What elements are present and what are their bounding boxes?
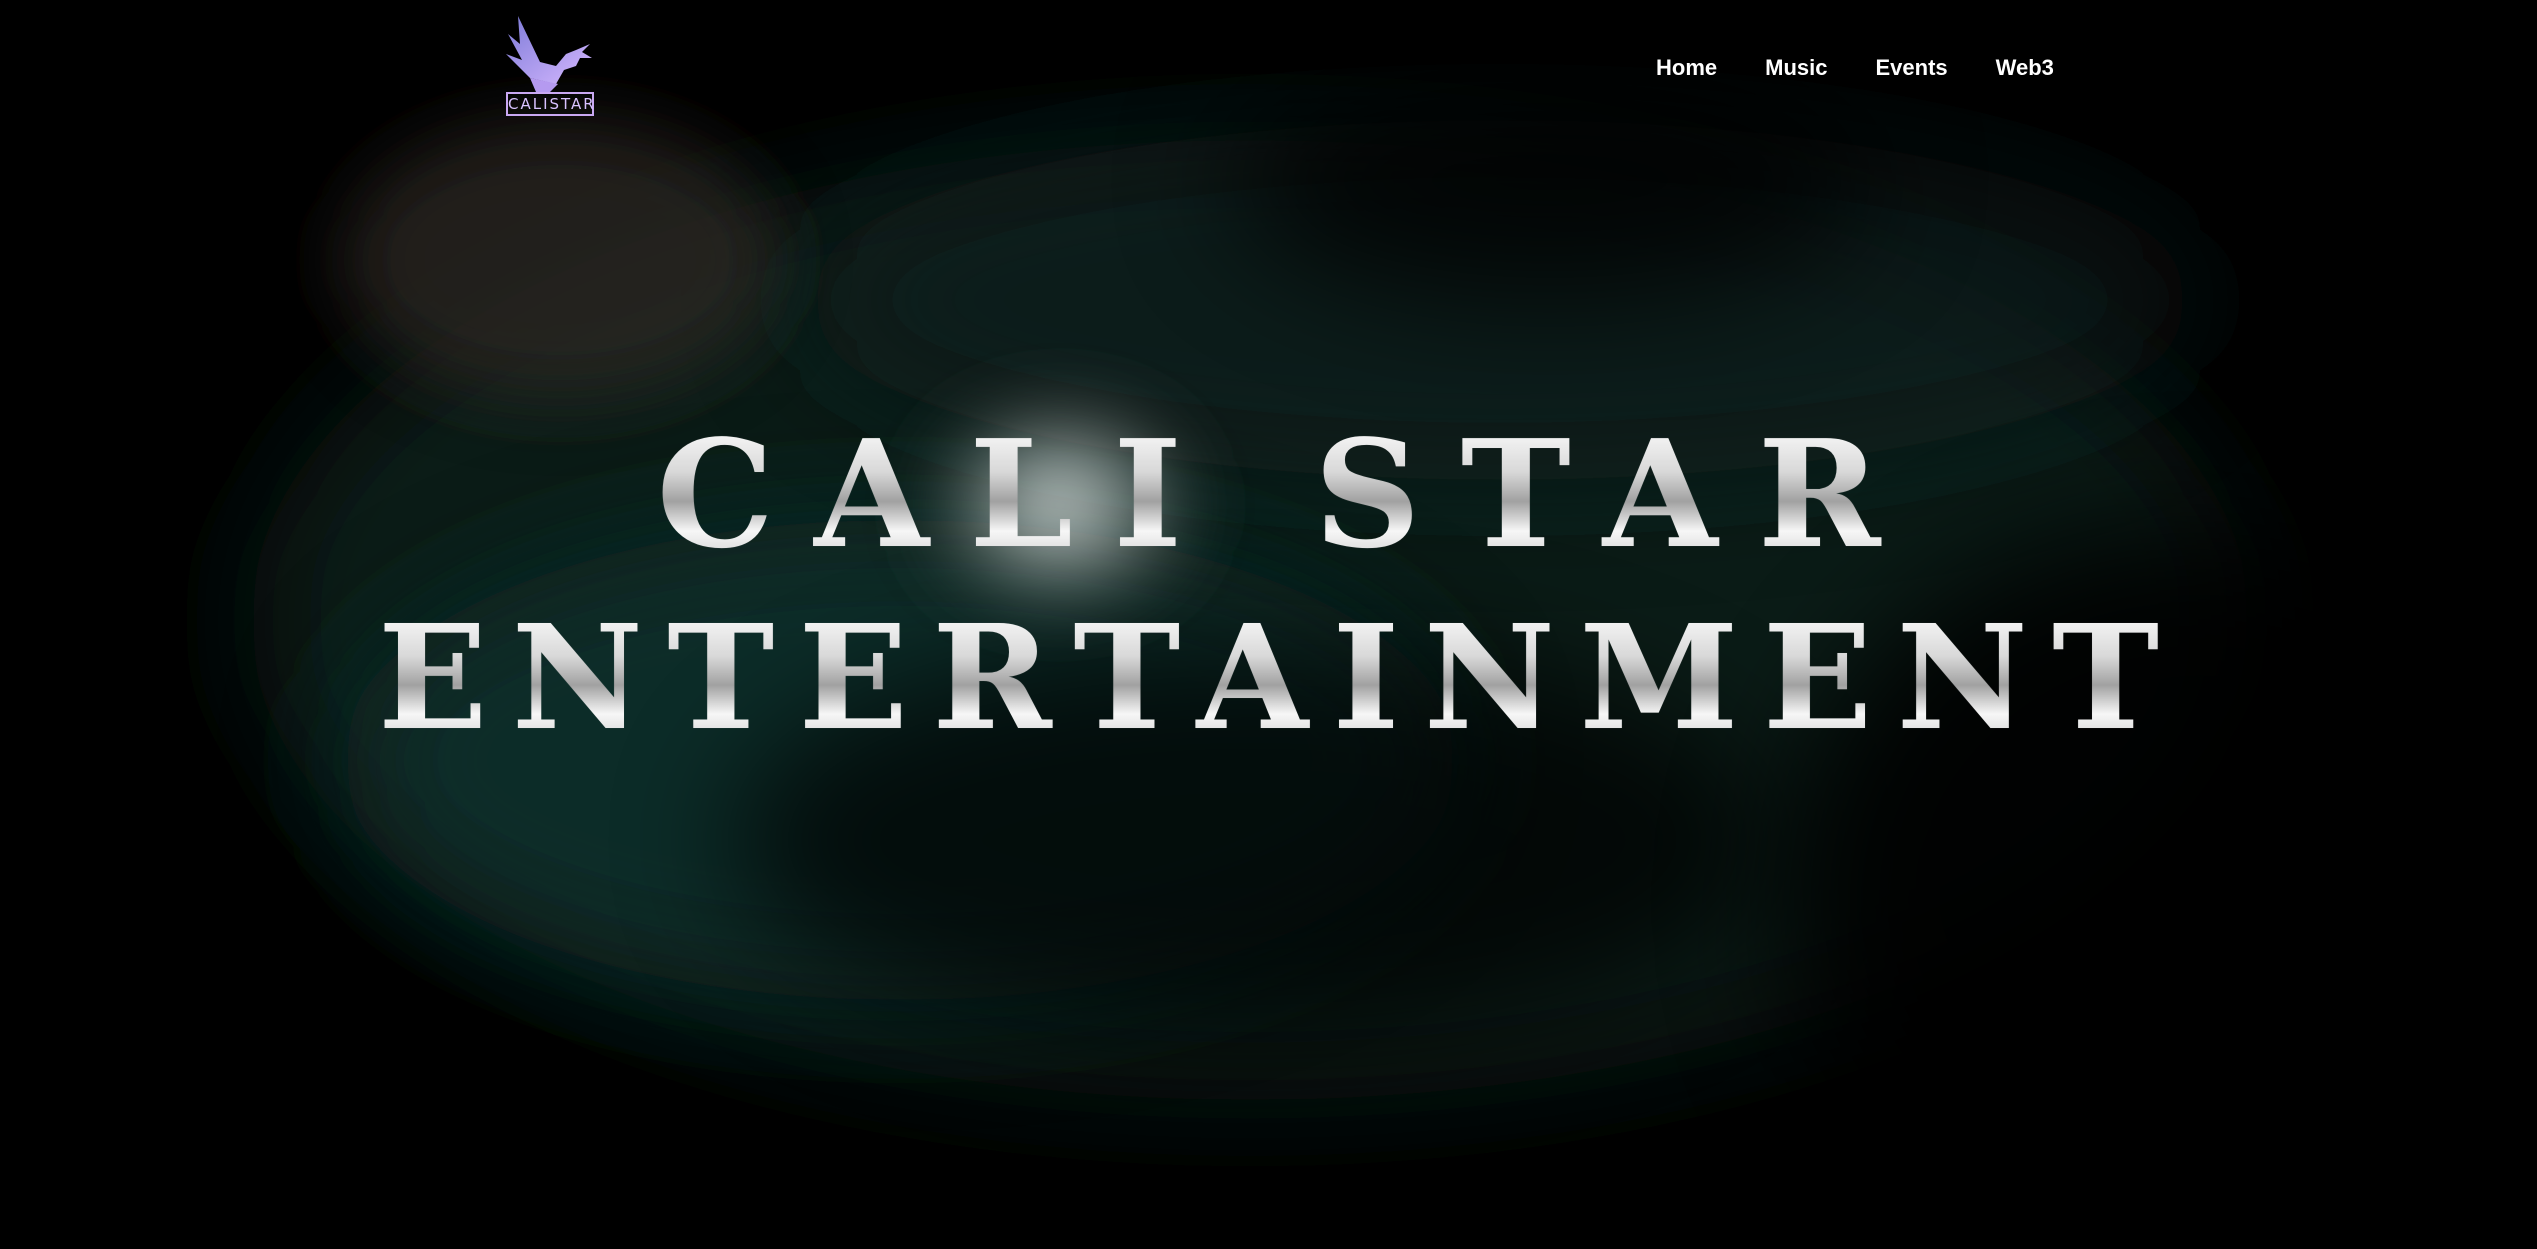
nav-home[interactable]: Home: [1656, 55, 1717, 81]
logo-wordmark: CALISTAR: [506, 92, 594, 116]
nav-events[interactable]: Events: [1875, 55, 1947, 81]
hero-title-line-2: ENTERTAINMENT: [24, 606, 2537, 750]
nav-web3[interactable]: Web3: [1996, 55, 2054, 81]
nav-music[interactable]: Music: [1765, 55, 1827, 81]
hero-title-line-1: CALI STAR: [40, 420, 2537, 568]
hero-title: CALI STAR ENTERTAINMENT: [0, 420, 2537, 750]
site-header: CALISTAR Home Music Events Web3: [0, 0, 2537, 140]
page: CALISTAR Home Music Events Web3 CALI STA…: [0, 0, 2537, 1249]
main-nav: Home Music Events Web3: [1656, 48, 2054, 88]
